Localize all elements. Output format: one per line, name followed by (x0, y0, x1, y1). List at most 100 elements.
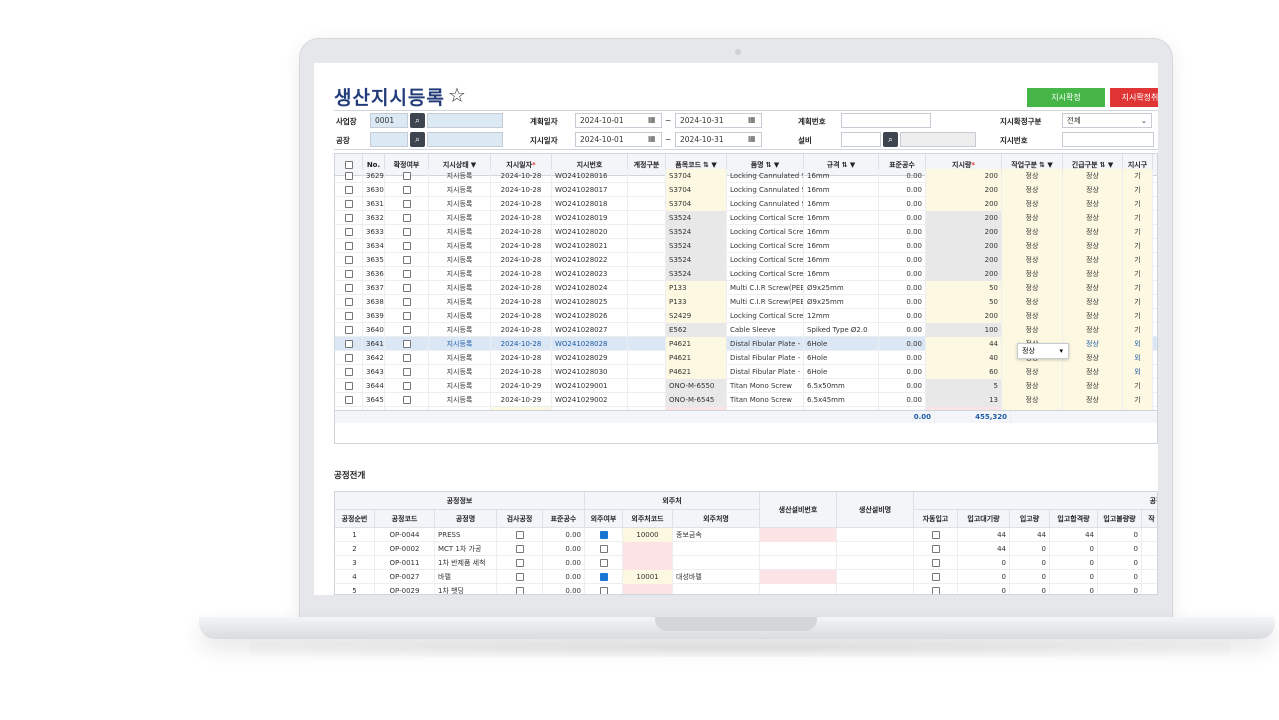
table-cell[interactable]: 2024-10-28 (491, 267, 552, 281)
table-cell[interactable]: 정상 (1002, 267, 1063, 281)
table-cell[interactable]: 2024-10-28 (491, 169, 552, 183)
row-checkbox[interactable] (402, 326, 411, 334)
table-cell[interactable]: 16mm (804, 183, 879, 197)
process-cell[interactable] (497, 528, 543, 542)
table-cell[interactable]: S3524 (666, 253, 727, 267)
table-cell[interactable]: 3645 (363, 393, 385, 407)
table-cell[interactable] (385, 183, 429, 197)
table-cell[interactable]: 2024-10-28 (491, 183, 552, 197)
process-cell[interactable] (1142, 570, 1157, 584)
table-cell[interactable]: 지시등록 (429, 169, 491, 183)
process-row[interactable]: 2 OP-0002 MCT 1차 가공 0.00 44 0 0 0 (335, 542, 1157, 556)
process-cell[interactable]: 0 (1050, 570, 1098, 584)
process-cell[interactable]: 0 (1010, 570, 1050, 584)
table-cell[interactable]: 정상 (1063, 183, 1123, 197)
table-cell[interactable]: 100 (926, 323, 1002, 337)
table-cell[interactable]: 0.00 (879, 393, 926, 407)
table-cell[interactable] (628, 183, 666, 197)
table-cell[interactable]: Titan Mono Screw (727, 393, 804, 407)
process-cell[interactable] (837, 584, 914, 594)
table-cell[interactable]: S3524 (666, 211, 727, 225)
table-cell[interactable]: 지시등록 (429, 197, 491, 211)
process-cell[interactable]: OP-0011 (375, 556, 435, 570)
process-cell[interactable]: 0 (1098, 542, 1142, 556)
table-cell[interactable]: 기 (1123, 225, 1153, 239)
table-cell[interactable]: WO241028016 (552, 169, 628, 183)
row-checkbox[interactable] (402, 396, 411, 404)
process-row[interactable]: 1 OP-0044 PRESS 0.00 10000 종보금속 44 44 44 0 (335, 528, 1157, 542)
process-cell[interactable]: 0.00 (543, 584, 585, 594)
table-cell[interactable]: Locking Cortical Scre (727, 225, 804, 239)
table-cell[interactable]: WO241028027 (552, 323, 628, 337)
table-cell[interactable]: 정상 (1002, 393, 1063, 407)
table-cell[interactable]: WO241029001 (552, 379, 628, 393)
table-cell[interactable]: Locking Cortical Scre (727, 211, 804, 225)
table-cell[interactable]: 200 (926, 225, 1002, 239)
table-cell[interactable]: 정상 (1002, 197, 1063, 211)
table-cell[interactable] (385, 267, 429, 281)
process-column-header[interactable]: 검사공정 (497, 510, 543, 528)
table-cell[interactable] (385, 239, 429, 253)
process-checkbox[interactable] (599, 531, 608, 539)
process-cell[interactable]: 0 (958, 584, 1010, 594)
table-cell[interactable]: Distal Fibular Plate - I (727, 365, 804, 379)
process-cell[interactable] (1142, 528, 1157, 542)
table-cell[interactable] (335, 379, 363, 393)
row-checkbox[interactable] (344, 368, 353, 376)
table-cell[interactable]: 지시등록 (429, 393, 491, 407)
table-cell[interactable] (385, 309, 429, 323)
process-cell[interactable] (497, 570, 543, 584)
row-checkbox[interactable] (344, 256, 353, 264)
process-cell[interactable]: 44 (1050, 528, 1098, 542)
process-column-header[interactable]: 입고대기량 (958, 510, 1010, 528)
table-cell[interactable]: 기 (1123, 211, 1153, 225)
table-cell[interactable]: WO241028030 (552, 365, 628, 379)
process-cell[interactable] (914, 584, 958, 594)
table-cell[interactable] (628, 267, 666, 281)
process-cell[interactable] (497, 584, 543, 594)
table-cell[interactable]: 200 (926, 169, 1002, 183)
process-cell[interactable]: 3 (335, 556, 375, 570)
table-cell[interactable]: 2024-10-29 (491, 393, 552, 407)
table-cell[interactable]: 0.00 (879, 295, 926, 309)
table-cell[interactable]: 3632 (363, 211, 385, 225)
table-cell[interactable]: 2024-10-28 (491, 337, 552, 351)
table-cell[interactable]: 정상 (1063, 197, 1123, 211)
table-cell[interactable]: 기 (1123, 253, 1153, 267)
table-cell[interactable]: Locking Cannulated S (727, 197, 804, 211)
select-all-checkbox[interactable] (344, 161, 353, 169)
confirm-type-select[interactable]: 전체 ⌄ (1062, 113, 1152, 128)
equip-search-icon[interactable]: ⌕ (883, 132, 898, 147)
process-column-header[interactable]: 입고불량량 (1098, 510, 1142, 528)
sort-filter-icon[interactable]: ⇅ ▼ (842, 161, 856, 169)
table-cell[interactable]: 지시등록 (429, 379, 491, 393)
process-cell[interactable] (760, 584, 837, 594)
table-cell[interactable] (628, 309, 666, 323)
table-cell[interactable]: 2024-10-29 (491, 379, 552, 393)
table-cell[interactable] (628, 365, 666, 379)
table-cell[interactable]: 기 (1123, 169, 1153, 183)
process-cell[interactable]: 1 (335, 528, 375, 542)
table-cell[interactable]: 지시등록 (429, 225, 491, 239)
table-cell[interactable] (335, 365, 363, 379)
process-column-header[interactable]: 입고합격량 (1050, 510, 1098, 528)
table-cell[interactable]: 지시등록 (429, 267, 491, 281)
table-cell[interactable]: Multi C.I.R Screw(PEE (727, 281, 804, 295)
table-cell[interactable]: 6Hole (804, 351, 879, 365)
process-column-header[interactable]: 작 (1142, 510, 1157, 528)
table-row[interactable]: 3629 지시등록 2024-10-28 WO241028016 S3704 Lockin… (335, 169, 1157, 183)
process-column-header[interactable]: 외주여부 (585, 510, 623, 528)
table-row[interactable]: 3639 지시등록 2024-10-28 WO241028026 S2429 Lockin… (335, 309, 1157, 323)
work-type-dropdown[interactable]: 정상 ▾ (1017, 343, 1069, 359)
process-cell[interactable]: 0.00 (543, 542, 585, 556)
process-cell[interactable]: PRESS (435, 528, 497, 542)
process-cell[interactable] (760, 528, 837, 542)
table-cell[interactable]: Titan Mono Screw (727, 379, 804, 393)
row-checkbox[interactable] (344, 186, 353, 194)
table-cell[interactable]: Locking Cortical Scre (727, 253, 804, 267)
table-cell[interactable] (335, 267, 363, 281)
table-cell[interactable] (335, 281, 363, 295)
table-cell[interactable]: 0.00 (879, 169, 926, 183)
process-cell[interactable] (760, 570, 837, 584)
table-cell[interactable]: 0.00 (879, 337, 926, 351)
